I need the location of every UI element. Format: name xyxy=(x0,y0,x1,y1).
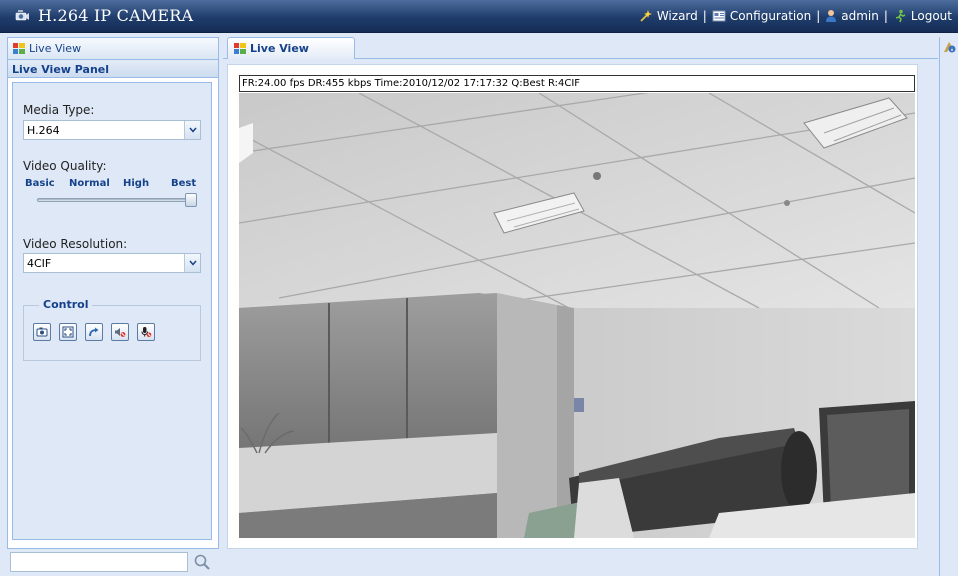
refresh-button[interactable] xyxy=(85,323,103,341)
video-resolution-label: Video Resolution: xyxy=(23,237,128,251)
microphone-mute-button[interactable] xyxy=(137,323,155,341)
nav-separator: | xyxy=(883,9,888,23)
video-quality-label: Video Quality: xyxy=(23,159,107,173)
refresh-icon xyxy=(89,327,99,337)
help-icon[interactable] xyxy=(942,40,956,54)
quality-level-best: Best xyxy=(171,178,197,189)
quality-level-high: High xyxy=(123,178,150,189)
search-icon[interactable] xyxy=(193,553,211,571)
logout-icon xyxy=(895,9,906,23)
left-panel: Live View Live View Panel Media Type: H.… xyxy=(7,37,219,549)
wizard-link[interactable]: Wizard xyxy=(639,9,698,23)
logout-label: Logout xyxy=(910,9,952,23)
live-view-panel-body: Media Type: H.264 Video Quality: Basic N… xyxy=(12,82,212,540)
video-resolution-value: 4CIF xyxy=(27,257,52,270)
nav-separator: | xyxy=(702,9,707,23)
configuration-link[interactable]: Configuration xyxy=(712,9,811,23)
media-type-value: H.264 xyxy=(27,124,60,137)
user-label: admin xyxy=(841,9,879,23)
fullscreen-button[interactable] xyxy=(59,323,77,341)
tab-live-view-label: Live View xyxy=(250,42,309,55)
left-panel-header-label: Live View xyxy=(29,42,82,55)
user-icon xyxy=(826,10,837,22)
logout-link[interactable]: Logout xyxy=(893,9,952,23)
video-quality-slider-thumb[interactable] xyxy=(185,193,197,207)
speaker-mute-button[interactable] xyxy=(111,323,129,341)
tab-strip: Live View xyxy=(223,37,938,59)
media-type-select[interactable]: H.264 xyxy=(23,120,201,140)
live-view-panel-title: Live View Panel xyxy=(8,60,218,78)
live-view-icon xyxy=(234,43,246,54)
snapshot-icon xyxy=(36,327,48,337)
video-frame-image xyxy=(239,93,915,538)
video-resolution-select[interactable]: 4CIF xyxy=(23,253,201,273)
configuration-label: Configuration xyxy=(729,9,812,23)
top-nav: Wizard | Configuration | admin | Logout xyxy=(639,9,952,23)
control-buttons xyxy=(33,323,155,341)
media-type-label: Media Type: xyxy=(23,103,95,117)
microphone-mute-icon xyxy=(141,327,152,338)
camera-logo-icon xyxy=(15,10,29,21)
right-collapsed-panel xyxy=(939,37,958,576)
chevron-down-icon[interactable] xyxy=(184,121,200,139)
quality-level-normal: Normal xyxy=(69,178,110,189)
app-window: H.264 IP CAMERA Wizard | Configuration | xyxy=(0,0,958,576)
video-osd-status: FR:24.00 fps DR:455 kbps Time:2010/12/02… xyxy=(239,75,915,92)
user-link[interactable]: admin xyxy=(825,9,879,23)
app-title: H.264 IP CAMERA xyxy=(38,6,194,25)
search-input[interactable] xyxy=(10,552,188,572)
control-legend: Control xyxy=(39,298,93,311)
wizard-icon xyxy=(640,10,652,22)
live-view-icon xyxy=(13,43,25,54)
main-area: Live View FR:24.00 fps DR:455 kbps Time:… xyxy=(223,37,938,572)
speaker-mute-icon xyxy=(115,328,126,337)
configuration-icon xyxy=(712,10,726,22)
fullscreen-icon xyxy=(62,326,74,338)
top-bar: H.264 IP CAMERA Wizard | Configuration | xyxy=(0,0,958,33)
left-panel-header[interactable]: Live View xyxy=(8,38,218,60)
wizard-label: Wizard xyxy=(656,9,698,23)
quality-level-basic: Basic xyxy=(25,178,55,189)
nav-separator: | xyxy=(816,9,821,23)
tab-live-view[interactable]: Live View xyxy=(227,37,355,59)
live-view-container: FR:24.00 fps DR:455 kbps Time:2010/12/02… xyxy=(227,64,918,549)
snapshot-button[interactable] xyxy=(33,323,51,341)
live-video-stream[interactable] xyxy=(239,93,915,538)
chevron-down-icon[interactable] xyxy=(184,254,200,272)
video-quality-slider[interactable] xyxy=(37,198,191,202)
